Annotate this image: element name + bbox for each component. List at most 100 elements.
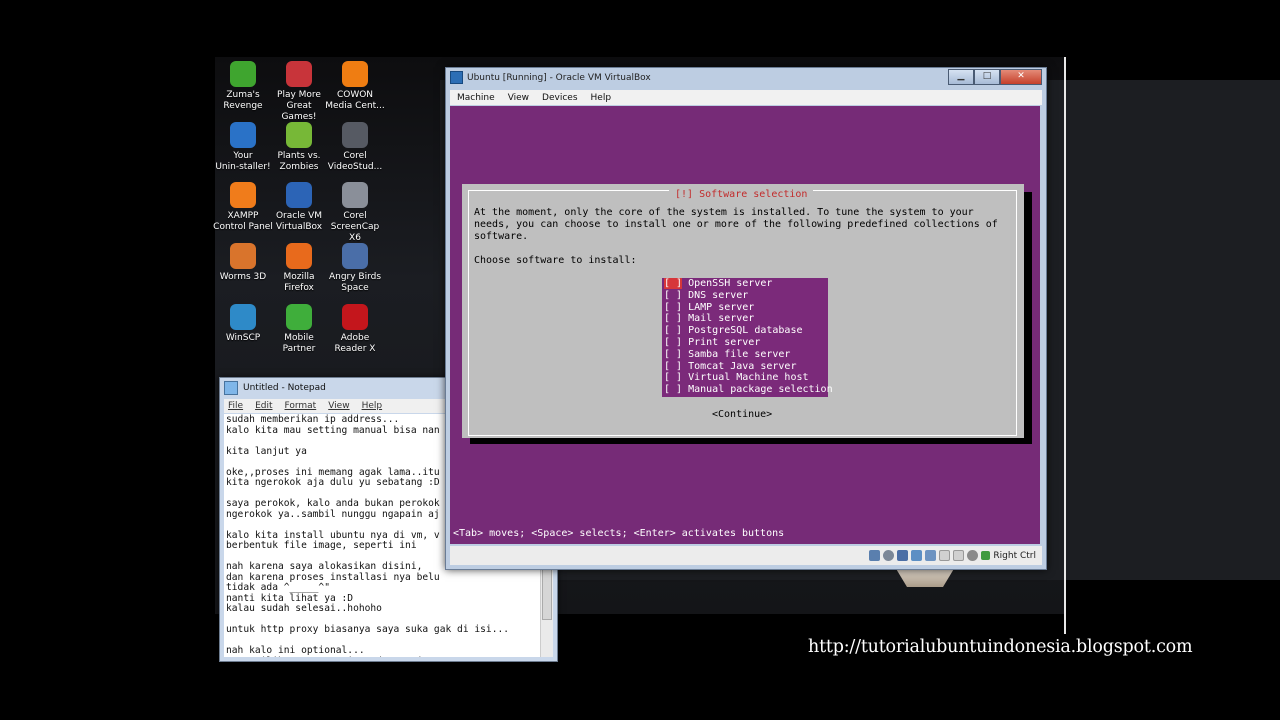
desktop-icon-angry-birds[interactable]: Angry Birds Space — [324, 243, 386, 294]
software-option[interactable]: [ ] Print server — [662, 337, 828, 349]
firefox-icon — [286, 243, 312, 269]
option-checkbox[interactable]: [ ] — [664, 302, 682, 313]
desktop-icon-label: VirtualBox — [275, 222, 323, 232]
notepad-menu-file[interactable]: File — [228, 401, 243, 411]
notepad-line: untuk http proxy biasanya saya suka gak … — [226, 624, 510, 635]
shared-folders-icon[interactable] — [925, 550, 937, 561]
desktop-icon-label: Your — [233, 151, 253, 161]
notepad-icon — [224, 381, 238, 395]
video-capture-icon[interactable] — [939, 550, 951, 561]
option-checkbox[interactable]: [ ] — [664, 361, 682, 372]
desktop-icon-label: Space — [341, 283, 369, 293]
desktop-icon-worms[interactable]: Worms 3D — [212, 243, 274, 283]
notepad-menu-view[interactable]: View — [328, 401, 349, 411]
vbox-menu-machine[interactable]: Machine — [457, 93, 495, 103]
virtualbox-icon — [450, 71, 463, 84]
dialog-prompt: Choose software to install: — [474, 255, 637, 266]
desktop-icon-cowon[interactable]: COWON Media Cent... — [324, 61, 386, 112]
maximize-button[interactable]: □ — [974, 69, 1000, 85]
usb-icon[interactable] — [897, 550, 909, 561]
option-checkbox[interactable]: [ ] — [664, 384, 682, 395]
software-option[interactable]: [ ] Tomcat Java server — [662, 361, 828, 373]
desktop-icon-label: Reader X — [334, 344, 376, 354]
desktop-icon-label: Corel — [343, 211, 367, 221]
desktop-icon-label: Partner — [282, 344, 316, 354]
winscp-icon — [230, 304, 256, 330]
software-option[interactable]: [ ] Manual package selection — [662, 384, 833, 396]
desktop-icon-xampp[interactable]: XAMPP Control Panel — [212, 182, 274, 233]
desktop-icon-adobe-reader[interactable]: Adobe Reader X — [324, 304, 386, 355]
software-option[interactable]: [ ] Samba file server — [662, 349, 828, 361]
desktop-icon-firefox[interactable]: Mozilla Firefox — [268, 243, 330, 294]
games-icon — [286, 61, 312, 87]
option-checkbox[interactable]: [ ] — [664, 290, 682, 301]
software-option[interactable]: [ ] Mail server — [662, 313, 828, 325]
option-label: Print server — [688, 336, 761, 348]
desktop-icon-label: Great Games! — [281, 101, 317, 122]
option-checkbox[interactable]: [ ] — [664, 337, 682, 348]
desktop-icon-label: Adobe — [340, 333, 370, 343]
option-label: Virtual Machine host — [688, 372, 809, 384]
option-checkbox[interactable]: [ ] — [664, 325, 682, 336]
software-option[interactable]: [ ] OpenSSH server — [662, 278, 828, 290]
desktop-icon-screencap[interactable]: Corel ScreenCap X6 — [324, 182, 386, 244]
desktop-icon-games[interactable]: Play More Great Games! — [268, 61, 330, 123]
notepad-line: tidak ada ^_____^" — [226, 582, 330, 593]
vbox-menu-help[interactable]: Help — [591, 93, 612, 103]
option-label: LAMP server — [688, 301, 755, 313]
option-label: PostgreSQL database — [688, 325, 803, 337]
desktop-icon-label: Angry Birds — [328, 272, 382, 282]
cpu-icon — [967, 550, 979, 561]
notepad-menu-help[interactable]: Help — [362, 401, 383, 411]
software-option[interactable]: [ ] DNS server — [662, 290, 828, 302]
vm-screen[interactable]: [!] Software selection At the moment, on… — [450, 106, 1040, 544]
option-label: DNS server — [688, 289, 749, 301]
software-option[interactable]: [ ] Virtual Machine host — [662, 372, 828, 384]
notepad-line: saya pilih no automatic updates aja — [226, 656, 539, 657]
vbox-menu-view[interactable]: View — [508, 93, 529, 103]
option-checkbox[interactable]: [ ] — [664, 349, 682, 360]
option-checkbox[interactable]: [ ] — [664, 372, 682, 383]
option-label: Samba file server — [688, 348, 791, 360]
hard-disk-icon[interactable] — [869, 550, 881, 561]
xampp-icon — [230, 182, 256, 208]
software-list[interactable]: [ ] OpenSSH server[ ] DNS server[ ] LAMP… — [662, 278, 833, 397]
network-icon[interactable] — [911, 550, 923, 561]
desktop-icon-mobile-partner[interactable]: Mobile Partner — [268, 304, 330, 355]
optical-drive-icon[interactable] — [883, 550, 895, 561]
notepad-line: kalau sudah selesai..hohoho — [226, 603, 382, 614]
mobile-partner-icon — [286, 304, 312, 330]
desktop-icon-label: ScreenCap X6 — [330, 222, 380, 243]
software-option[interactable]: [ ] LAMP server — [662, 302, 828, 314]
vbox-menu-devices[interactable]: Devices — [542, 93, 577, 103]
desktop-icon-label: Oracle VM — [275, 211, 323, 221]
desktop-icon-plants[interactable]: Plants vs. Zombies — [268, 122, 330, 173]
desktop-icon-label: Media Cent... — [325, 101, 385, 111]
continue-button[interactable]: <Continue> — [712, 409, 772, 421]
option-checkbox[interactable]: [ ] — [664, 278, 683, 289]
worms-icon — [230, 243, 256, 269]
notepad-menu-edit[interactable]: Edit — [255, 401, 272, 411]
notepad-menu-format[interactable]: Format — [285, 401, 317, 411]
desktop-icon-uninstaller[interactable]: Your Unin-staller! — [212, 122, 274, 173]
desktop-icon-label: XAMPP — [227, 211, 259, 221]
host-key-icon — [981, 551, 991, 560]
close-button[interactable]: ✕ — [1000, 69, 1042, 85]
option-label: Tomcat Java server — [688, 360, 797, 372]
mouse-integration-icon[interactable] — [953, 550, 965, 561]
desktop-icon-label: WinSCP — [225, 333, 261, 343]
screencap-icon — [342, 182, 368, 208]
option-label: Manual package selection — [688, 384, 833, 396]
desktop-icon-virtualbox[interactable]: Oracle VM VirtualBox — [268, 182, 330, 233]
desktop-icon-winscp[interactable]: WinSCP — [212, 304, 274, 344]
option-label: OpenSSH server — [688, 278, 773, 289]
desktop-icon-zuma[interactable]: Zuma's Revenge — [212, 61, 274, 112]
software-option[interactable]: [ ] PostgreSQL database — [662, 325, 828, 337]
desktop-icon-label: Play More — [277, 90, 321, 100]
desktop-icon-corel-video[interactable]: Corel VideoStud... — [324, 122, 386, 173]
virtualbox-window[interactable]: Ubuntu [Running] - Oracle VM VirtualBox … — [445, 67, 1047, 570]
uninstaller-icon — [230, 122, 256, 148]
minimize-button[interactable]: ▁ — [948, 69, 974, 85]
option-checkbox[interactable]: [ ] — [664, 313, 682, 324]
desktop-icon-label: Mobile — [284, 333, 314, 343]
